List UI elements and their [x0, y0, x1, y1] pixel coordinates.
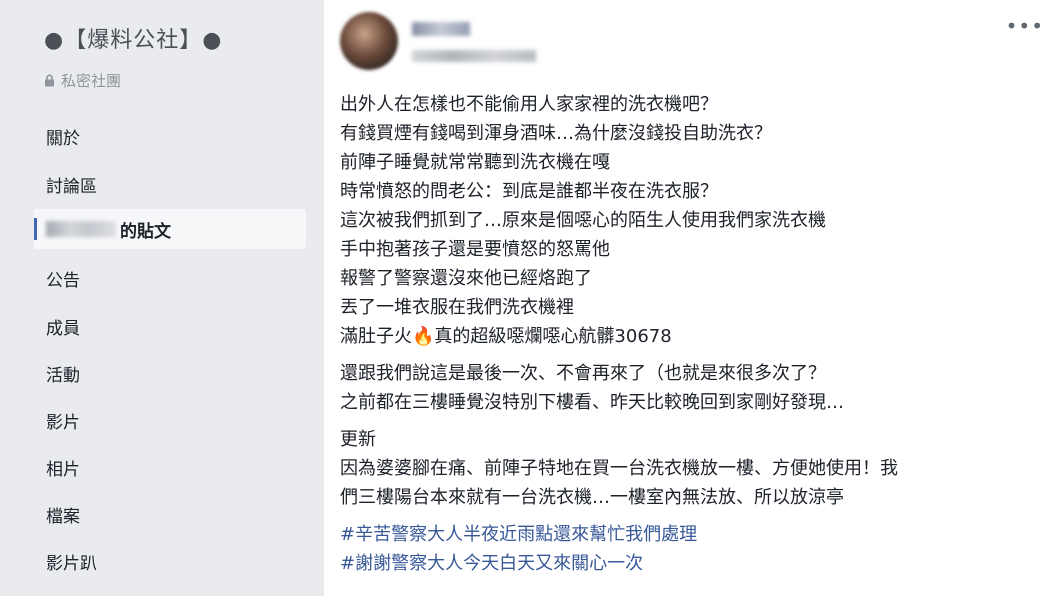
post-line: 這次被我們抓到了…原來是個噁心的陌生人使用我們家洗衣機 [340, 210, 826, 231]
privacy-label: 私密社團 [44, 70, 121, 91]
sidebar-item-member-posts[interactable]: 的貼文 [34, 209, 306, 249]
privacy-text: 私密社團 [61, 72, 122, 90]
avatar[interactable] [340, 12, 398, 70]
post-line: 滿肚子火🔥真的超級噁爛噁心航髒30678 [340, 322, 1040, 351]
post-body: 出外人在怎樣也不能偷用人家家裡的洗衣機吧？ 有錢買煙有錢喝到渾身酒味…為什麼沒錢… [340, 90, 1040, 586]
post-line: 前陣子睡覺就常常聽到洗衣機在嘎 [340, 152, 610, 173]
post-timestamp[interactable] [412, 50, 536, 62]
post-paragraph: 還跟我們說這是最後一次、不會再來了（也就是來很多次了？ 之前都在三樓睡覺沒特別下… [340, 359, 1040, 417]
post-card: ••• 出外人在怎樣也不能偷用人家家裡的洗衣機吧？ 有錢買煙有錢喝到渾身酒味…為… [324, 0, 1060, 596]
hashtag-link[interactable]: #謝謝警察大人今天白天又來關心一次 [340, 549, 1040, 578]
group-sidebar: ●【爆料公社】● 私密社團 關於 討論區 的貼文 公告 成員 活動 影片 相片 … [0, 0, 322, 596]
lock-icon [44, 73, 55, 91]
sidebar-item-videos[interactable]: 影片 [46, 408, 80, 433]
post-paragraph: 出外人在怎樣也不能偷用人家家裡的洗衣機吧？ 有錢買煙有錢喝到渾身酒味…為什麼沒錢… [340, 90, 1040, 351]
post-paragraph: 更新 因為婆婆腳在痛、前陣子特地在買一台洗衣機放一樓、方便她使用！我 們三樓陽台… [340, 425, 1040, 512]
sidebar-item-events[interactable]: 活動 [46, 361, 80, 386]
hashtag-block: #辛苦警察大人半夜近雨點還來幫忙我們處理 #謝謝警察大人今天白天又來關心一次 [340, 520, 1040, 578]
post-line: 還跟我們說這是最後一次、不會再來了（也就是來很多次了？ [340, 363, 826, 384]
redacted-name [46, 221, 116, 237]
post-line: 因為婆婆腳在痛、前陣子特地在買一台洗衣機放一樓、方便她使用！我 [340, 458, 898, 479]
sidebar-item-discussion[interactable]: 討論區 [46, 172, 97, 197]
post-line: 時常憤怒的問老公：到底是誰都半夜在洗衣服？ [340, 181, 718, 202]
group-name[interactable]: ●【爆料公社】● [44, 22, 222, 54]
sidebar-item-files[interactable]: 檔案 [46, 502, 80, 527]
sidebar-item-watch-party[interactable]: 影片趴 [46, 549, 97, 574]
sidebar-item-photos[interactable]: 相片 [46, 455, 80, 480]
sidebar-item-about[interactable]: 關於 [46, 124, 80, 149]
sidebar-item-label: 的貼文 [120, 222, 171, 242]
post-line: 丟了一堆衣服在我們洗衣機裡 [340, 297, 574, 318]
post-line: 們三樓陽台本來就有一台洗衣機…一樓室內無法放、所以放涼亭 [340, 487, 844, 508]
post-line: 更新 [340, 429, 376, 450]
fire-line-before: 滿肚子火 [340, 326, 412, 347]
active-indicator [34, 218, 37, 240]
author-name[interactable] [412, 22, 470, 36]
more-options-icon[interactable]: ••• [1006, 14, 1044, 38]
hashtag-link[interactable]: #辛苦警察大人半夜近雨點還來幫忙我們處理 [340, 520, 1040, 549]
post-line: 出外人在怎樣也不能偷用人家家裡的洗衣機吧？ [340, 94, 718, 115]
post-line: 之前都在三樓睡覺沒特別下樓看、昨天比較晚回到家剛好發現… [340, 392, 844, 413]
sidebar-item-members[interactable]: 成員 [46, 314, 80, 339]
post-line: 有錢買煙有錢喝到渾身酒味…為什麼沒錢投自助洗衣？ [340, 123, 772, 144]
post-line: 手中抱著孩子還是要憤怒的怒罵他 [340, 239, 610, 260]
post-line: 報警了警察還沒來他已經烙跑了 [340, 268, 592, 289]
sidebar-item-announcements[interactable]: 公告 [46, 266, 80, 291]
fire-line-after: 真的超級噁爛噁心航髒30678 [434, 326, 672, 347]
fire-emoji-icon: 🔥 [412, 326, 435, 347]
